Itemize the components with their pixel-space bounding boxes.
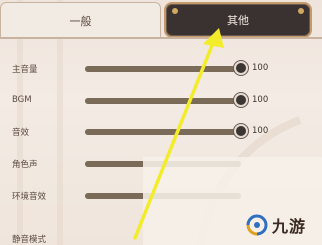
setting-label-sfx: 音效 — [12, 128, 30, 138]
slider-fill — [85, 66, 241, 72]
watermark-text: 九游 — [272, 217, 307, 236]
sfx-value: 100 — [252, 126, 269, 136]
tab-general[interactable]: 一般 — [0, 2, 161, 38]
jiuyou-logo-icon — [246, 214, 268, 236]
setting-label-master-volume: 主音量 — [12, 65, 38, 75]
tab-other[interactable]: 其他 — [164, 2, 312, 38]
watermark: 九游 — [244, 212, 306, 238]
slider-knob[interactable] — [234, 93, 248, 107]
setting-label-mute-mode: 静音模式 — [12, 235, 47, 245]
sfx-slider[interactable] — [85, 124, 248, 138]
setting-label-voice: 角色声 — [12, 160, 38, 170]
setting-label-ambient: 环境音效 — [12, 192, 47, 202]
master-volume-slider[interactable] — [85, 61, 248, 75]
slider-knob[interactable] — [234, 61, 248, 75]
tab-corner-gem-icon — [172, 8, 178, 14]
setting-label-bgm: BGM — [12, 95, 32, 105]
tab-general-label: 一般 — [69, 14, 92, 28]
slider-knob[interactable] — [234, 124, 248, 138]
panel-divider — [0, 37, 322, 39]
master-volume-value: 100 — [252, 63, 269, 73]
tab-other-label: 其他 — [227, 14, 249, 27]
tab-corner-gem-icon — [298, 8, 304, 14]
bgm-value: 100 — [252, 95, 269, 105]
slider-fill — [85, 129, 241, 135]
slider-fill — [85, 98, 241, 104]
bgm-slider[interactable] — [85, 93, 248, 107]
